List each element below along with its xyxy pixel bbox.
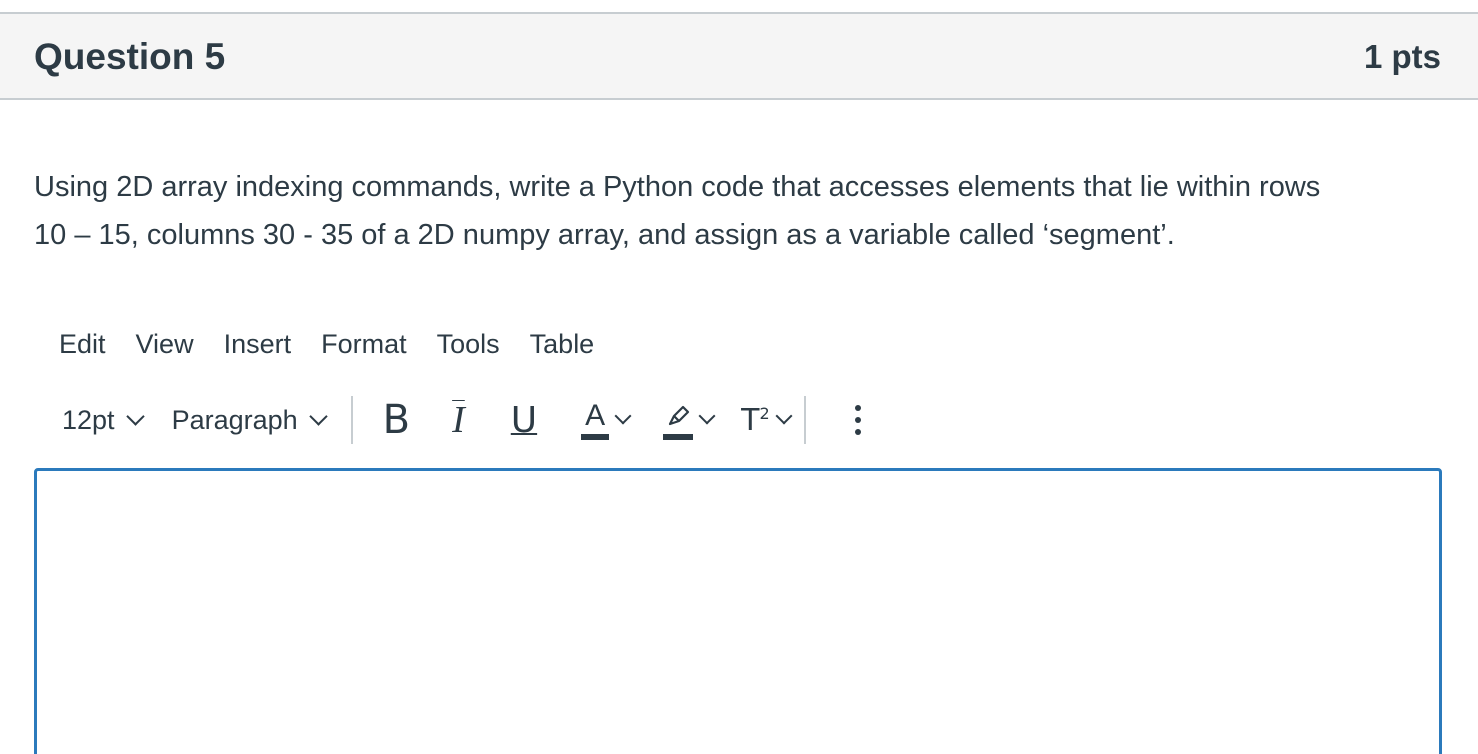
chevron-down-icon	[698, 407, 716, 425]
text-color-icon: A	[581, 399, 610, 440]
superscript-icon: T2	[741, 402, 770, 438]
toolbar-divider	[803, 396, 806, 444]
question-text: Using 2D array indexing commands, write …	[34, 163, 1454, 259]
rich-text-editor-area[interactable]	[34, 468, 1442, 754]
chevron-down-icon	[614, 407, 632, 425]
font-size-dropdown[interactable]: 12pt	[50, 396, 154, 444]
block-format-value: Paragraph	[171, 404, 298, 435]
menu-format[interactable]: Format	[306, 325, 422, 364]
block-format-dropdown[interactable]: Paragraph	[160, 396, 337, 444]
font-size-value: 12pt	[62, 404, 115, 435]
italic-icon: I	[452, 399, 465, 441]
question-text-line: 10 – 15, columns 30 - 35 of a 2D numpy a…	[34, 219, 1175, 251]
bold-icon: B	[382, 397, 411, 443]
menu-tools[interactable]: Tools	[422, 325, 515, 364]
more-options-button[interactable]	[836, 396, 880, 444]
menu-edit[interactable]: Edit	[44, 325, 121, 364]
italic-button[interactable]: I	[440, 396, 477, 444]
chevron-down-icon	[308, 406, 328, 426]
menu-table[interactable]: Table	[515, 325, 610, 364]
text-color-button[interactable]: A	[569, 396, 641, 444]
editor-menubar: Edit View Insert Format Tools Table	[44, 322, 609, 366]
bold-button[interactable]: B	[371, 396, 422, 444]
highlighter-icon	[663, 400, 694, 440]
toolbar-divider	[350, 396, 353, 444]
underline-button[interactable]: U	[499, 396, 549, 444]
chevron-down-icon	[125, 406, 145, 426]
question-title: Question 5	[34, 36, 226, 77]
text-color-letter: A	[585, 399, 606, 432]
quiz-question-page: Question 5 1 pts Using 2D array indexing…	[0, 0, 1478, 754]
superscript-button[interactable]: T2	[729, 396, 802, 444]
menu-view[interactable]: View	[121, 325, 209, 364]
underline-icon: U	[510, 399, 538, 441]
highlight-color-button[interactable]	[651, 396, 725, 444]
chevron-down-icon	[775, 407, 793, 425]
question-header: Question 5 1 pts	[0, 12, 1478, 100]
menu-insert[interactable]: Insert	[209, 325, 307, 364]
more-vertical-icon	[848, 396, 868, 444]
question-points: 1 pts	[1363, 38, 1441, 75]
question-text-line: Using 2D array indexing commands, write …	[34, 171, 1321, 203]
editor-toolbar: 12pt Paragraph B I U A T2	[50, 394, 880, 446]
